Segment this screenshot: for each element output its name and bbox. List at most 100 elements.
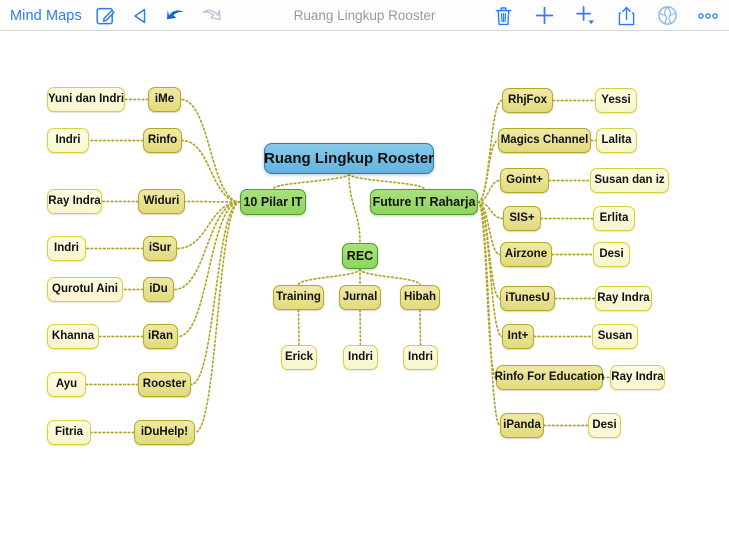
leaf-node-rhjfox-yessi[interactable]: Yessi — [595, 88, 637, 113]
node-label: iDu — [149, 282, 168, 295]
leaf-node-goint-susan-dan-iz[interactable]: Susan dan iz — [590, 168, 669, 193]
link-future-goint — [477, 179, 501, 203]
leaf-node-iran-khanna[interactable]: Khanna — [47, 324, 99, 349]
node-label: RhjFox — [508, 93, 547, 106]
future-node-ipanda[interactable]: iPanda — [500, 413, 544, 438]
leaf-node-airzone-desi[interactable]: Desi — [593, 242, 630, 267]
leaf-node-jurnal-indri[interactable]: Indri — [343, 345, 378, 370]
link-future-int — [477, 201, 503, 338]
node-label: Erick — [284, 350, 314, 363]
node-label: Lalita — [601, 133, 632, 146]
pilar-node-idu[interactable]: iDu — [143, 277, 174, 302]
leaf-node-rinfo-for-education-ray-indra[interactable]: Ray Indra — [610, 365, 665, 390]
link-root-rec — [348, 173, 361, 244]
leaf-node-rooster-ayu[interactable]: Ayu — [47, 372, 86, 397]
leaf-node-rinfo-indri[interactable]: Indri — [47, 128, 89, 153]
brain-icon[interactable] — [656, 5, 678, 27]
node-label: Ayu — [55, 377, 78, 390]
node-label: Training — [276, 290, 321, 303]
node-label: Future IT Raharja — [372, 194, 476, 209]
future-node-sis[interactable]: SIS+ — [503, 206, 541, 231]
future-node-itunesu[interactable]: iTunesU — [500, 286, 555, 311]
back-triangle-icon[interactable] — [130, 5, 152, 27]
pilar-node-rooster[interactable]: Rooster — [138, 372, 191, 397]
share-icon[interactable] — [615, 5, 637, 27]
node-label: Rinfo — [147, 133, 178, 146]
leaf-node-widuri-ray-indra[interactable]: Ray Indra — [47, 189, 102, 214]
leaf-node-ime-yuni-dan-indri[interactable]: Yuni dan Indri — [47, 87, 125, 112]
link-future-rinfo-for-education — [477, 201, 497, 379]
node-label: iRan — [148, 329, 173, 342]
node-label: 10 Pilar IT — [243, 194, 303, 209]
node-label: SIS+ — [509, 211, 535, 224]
node-label: Magics Channel — [500, 133, 589, 146]
future-node-int[interactable]: Int+ — [502, 324, 534, 349]
leaf-node-magics-channel-lalita[interactable]: Lalita — [596, 128, 637, 153]
rec-node-training[interactable]: Training — [273, 285, 324, 310]
link-future-airzone — [477, 201, 501, 256]
node-label: iTunesU — [505, 291, 550, 304]
more-icon[interactable] — [697, 5, 719, 27]
mindmap-app: Mind Maps Ruang Lingkup Rooster Ruang Li… — [0, 0, 729, 547]
pilar-node-ime[interactable]: iMe — [148, 87, 181, 112]
node-label: Widuri — [143, 194, 180, 207]
node-label: REC — [346, 248, 374, 263]
pilar-node-iduhelp[interactable]: iDuHelp! — [134, 420, 195, 445]
node-label: Susan dan iz — [594, 173, 665, 186]
link-pilar-iran — [177, 201, 241, 338]
future-node-rinfo-for-education[interactable]: Rinfo For Education — [495, 365, 604, 390]
mindmap-canvas[interactable]: Ruang Lingkup Rooster 10 Pilar IT Future I… — [0, 31, 729, 547]
leaf-node-itunesu-ray-indra[interactable]: Ray Indra — [595, 286, 652, 311]
link-rec-hibah — [359, 268, 421, 286]
leaf-node-hibah-indri[interactable]: Indri — [403, 345, 438, 370]
leaf-node-training-erick[interactable]: Erick — [281, 345, 317, 370]
link-root-future-it-raharja — [348, 173, 425, 190]
rec-node-jurnal[interactable]: Jurnal — [339, 285, 381, 310]
node-label: Yessi — [601, 93, 631, 106]
node-label: Ray Indra — [597, 291, 650, 304]
mind-maps-back-button[interactable]: Mind Maps — [10, 8, 82, 24]
undo-icon[interactable] — [165, 5, 187, 27]
plus-icon[interactable] — [533, 5, 555, 27]
pilar-node-iran[interactable]: iRan — [143, 324, 178, 349]
leaf-node-sis-erlita[interactable]: Erlita — [593, 206, 635, 231]
link-jurnal-indri — [359, 309, 362, 346]
branch-node-10-pilar-it[interactable]: 10 Pilar IT — [240, 189, 306, 215]
link-rec-training — [297, 268, 361, 286]
link-future-sis — [477, 201, 504, 220]
link-pilar-idu — [173, 201, 241, 291]
toolbar-left-group: Mind Maps — [10, 0, 222, 31]
future-node-magics-channel[interactable]: Magics Channel — [498, 128, 591, 153]
pilar-node-isur[interactable]: iSur — [143, 236, 177, 261]
future-node-rhjfox[interactable]: RhjFox — [502, 88, 553, 113]
trash-icon[interactable] — [492, 5, 514, 27]
node-label: Rooster — [142, 377, 187, 390]
branch-node-rec[interactable]: REC — [342, 243, 378, 269]
branch-node-future-it-raharja[interactable]: Future IT Raharja — [370, 189, 478, 215]
node-label: Goint+ — [506, 173, 543, 186]
link-pilar-rinfo — [181, 139, 241, 203]
plus-dropdown-icon[interactable] — [574, 5, 596, 27]
compose-icon[interactable] — [95, 5, 117, 27]
root-node[interactable]: Ruang Lingkup Rooster — [264, 143, 434, 174]
rec-node-hibah[interactable]: Hibah — [400, 285, 440, 310]
leaf-node-iduhelp-fitria[interactable]: Fitria — [47, 420, 91, 445]
node-label: Desi — [599, 247, 624, 260]
pilar-node-rinfo[interactable]: Rinfo — [143, 128, 182, 153]
leaf-node-isur-indri[interactable]: Indri — [47, 236, 86, 261]
leaf-node-ipanda-desi[interactable]: Desi — [588, 413, 621, 438]
redo-icon — [200, 5, 222, 27]
link-hibah-indri — [419, 309, 422, 346]
node-label: Hibah — [404, 290, 436, 303]
link-future-itunesu — [477, 201, 501, 300]
node-label: Fitria — [54, 425, 84, 438]
future-node-airzone[interactable]: Airzone — [500, 242, 552, 267]
node-label: Airzone — [504, 247, 548, 260]
future-node-goint[interactable]: Goint+ — [500, 168, 549, 193]
leaf-node-idu-qurotul-aini[interactable]: Qurotul Aini — [47, 277, 123, 302]
pilar-node-widuri[interactable]: Widuri — [138, 189, 185, 214]
node-label: Indri — [348, 350, 373, 363]
leaf-node-int-susan[interactable]: Susan — [592, 324, 638, 349]
link-root-10-pilar-it — [272, 173, 350, 190]
link-future-magics-channel — [477, 139, 499, 203]
